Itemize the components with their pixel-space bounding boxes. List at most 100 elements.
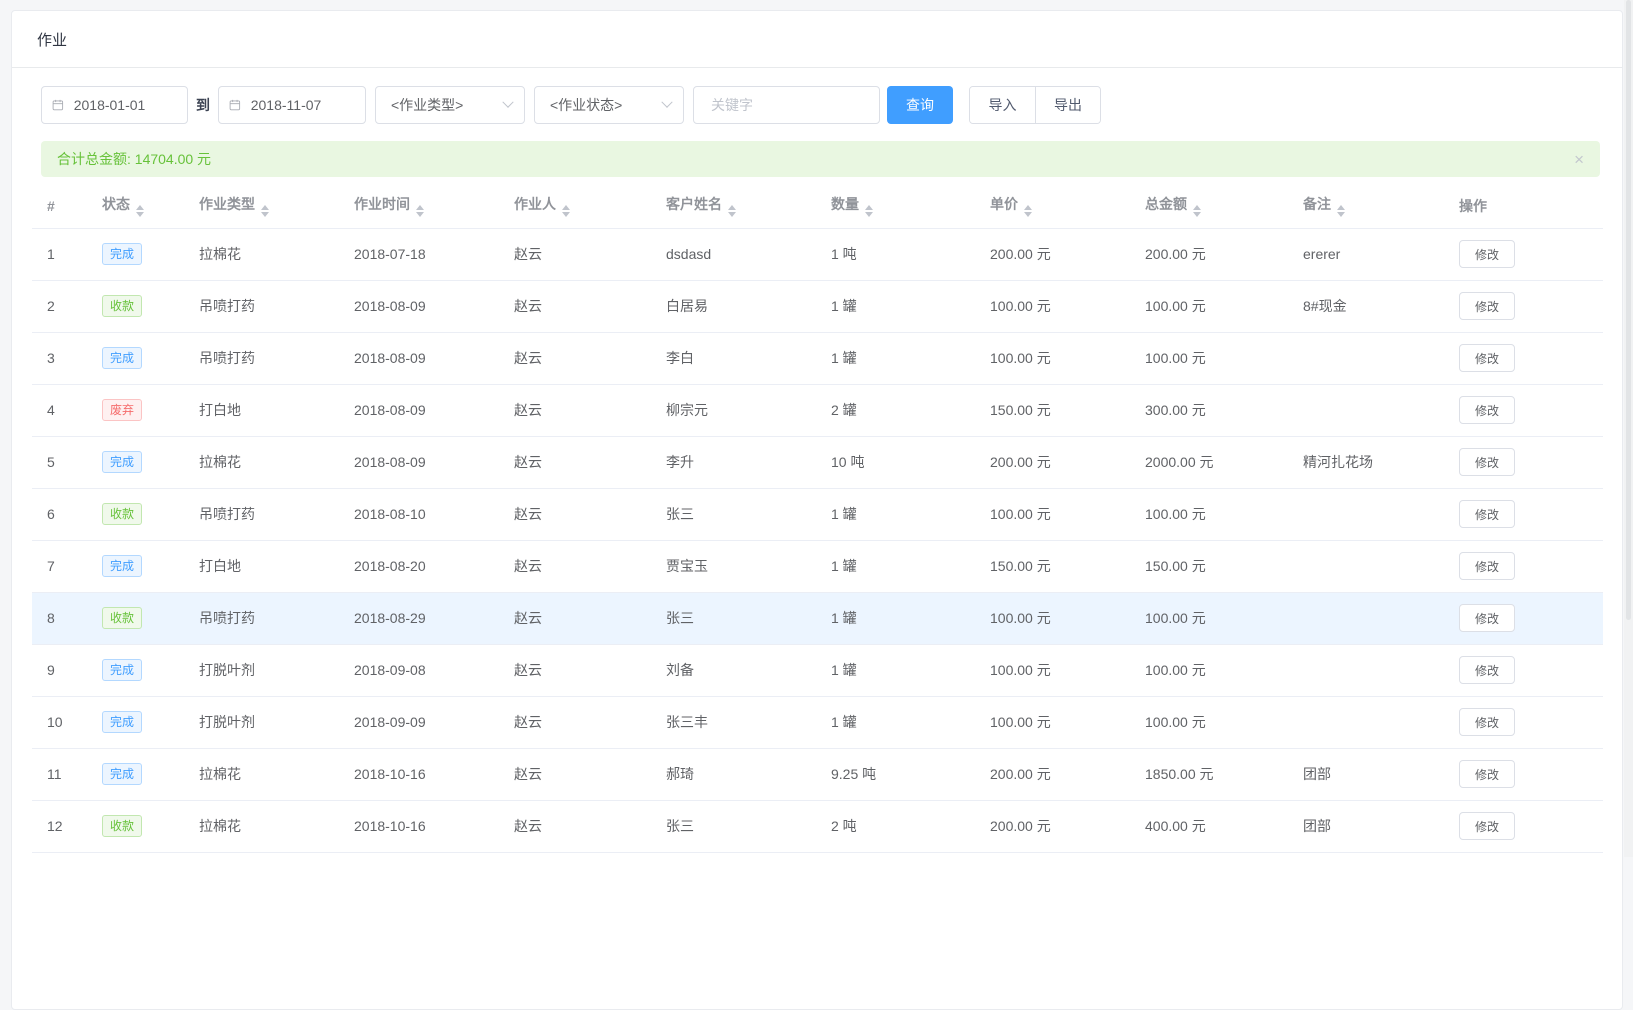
cell-index: 4 [32,384,87,436]
page-title: 作业 [37,29,67,50]
calendar-icon[interactable] [52,98,64,112]
chevron-down-icon[interactable] [502,97,513,108]
job-type-select[interactable]: <作业类型> [375,86,525,124]
column-label: 作业类型 [199,196,255,212]
cell-remark: 团部 [1288,800,1444,852]
table-row: 8收款吊喷打药2018-08-29赵云张三1 罐100.00 元100.00 元… [32,592,1603,644]
cell-qty: 1 罐 [816,696,975,748]
scrollbar-thumb[interactable] [1626,0,1631,620]
column-header-total[interactable]: 总金额 [1130,184,1288,228]
date-to-input[interactable] [218,86,366,124]
cell-time: 2018-08-09 [339,384,499,436]
cell-index: 11 [32,748,87,800]
column-label: # [47,198,55,214]
edit-button[interactable]: 修改 [1459,292,1515,320]
cell-price: 200.00 元 [975,228,1130,280]
search-button[interactable]: 查询 [887,86,953,124]
edit-button[interactable]: 修改 [1459,708,1515,736]
cell-total: 100.00 元 [1130,488,1288,540]
sort-caret-icon[interactable] [865,205,873,217]
sort-caret-icon[interactable] [416,205,424,217]
column-header-qty[interactable]: 数量 [816,184,975,228]
cell-status: 完成 [87,644,184,696]
edit-button[interactable]: 修改 [1459,500,1515,528]
table-row: 5完成拉棉花2018-08-09赵云李升10 吨200.00 元2000.00 … [32,436,1603,488]
cell-action: 修改 [1444,592,1603,644]
cell-remark: 团部 [1288,748,1444,800]
cell-index: 1 [32,228,87,280]
cell-type: 拉棉花 [184,748,339,800]
edit-button[interactable]: 修改 [1459,656,1515,684]
column-header-type[interactable]: 作业类型 [184,184,339,228]
date-from-value[interactable] [72,96,177,114]
cell-time: 2018-09-09 [339,696,499,748]
cell-action: 修改 [1444,332,1603,384]
cell-qty: 1 吨 [816,228,975,280]
edit-button[interactable]: 修改 [1459,344,1515,372]
cell-time: 2018-10-16 [339,800,499,852]
cell-qty: 9.25 吨 [816,748,975,800]
sort-caret-icon[interactable] [1337,205,1345,217]
status-badge: 收款 [102,503,142,525]
cell-action: 修改 [1444,540,1603,592]
cell-total: 100.00 元 [1130,280,1288,332]
column-header-remark[interactable]: 备注 [1288,184,1444,228]
edit-button[interactable]: 修改 [1459,812,1515,840]
chevron-down-icon[interactable] [661,97,672,108]
cell-price: 200.00 元 [975,800,1130,852]
edit-button[interactable]: 修改 [1459,448,1515,476]
cell-total: 100.00 元 [1130,644,1288,696]
cell-qty: 2 吨 [816,800,975,852]
date-from-input[interactable] [41,86,188,124]
cell-remark [1288,384,1444,436]
sort-caret-icon[interactable] [261,205,269,217]
table-row: 7完成打白地2018-08-20赵云贾宝玉1 罐150.00 元150.00 元… [32,540,1603,592]
cell-price: 200.00 元 [975,748,1130,800]
calendar-icon[interactable] [229,98,241,112]
export-button[interactable]: 导出 [1035,87,1100,123]
cell-time: 2018-08-29 [339,592,499,644]
import-button[interactable]: 导入 [970,87,1035,123]
cell-worker: 赵云 [499,332,651,384]
edit-button[interactable]: 修改 [1459,604,1515,632]
cell-qty: 2 罐 [816,384,975,436]
cell-remark: 8#现金 [1288,280,1444,332]
cell-total: 2000.00 元 [1130,436,1288,488]
column-header-worker[interactable]: 作业人 [499,184,651,228]
column-header-status[interactable]: 状态 [87,184,184,228]
cell-price: 100.00 元 [975,332,1130,384]
vertical-scrollbar[interactable] [1624,0,1633,857]
date-to-value[interactable] [249,96,355,114]
sort-caret-icon[interactable] [728,205,736,217]
cell-worker: 赵云 [499,748,651,800]
job-status-select[interactable]: <作业状态> [534,86,684,124]
status-badge: 收款 [102,295,142,317]
cell-action: 修改 [1444,488,1603,540]
sort-caret-icon[interactable] [1193,205,1201,217]
column-header-price[interactable]: 单价 [975,184,1130,228]
edit-button[interactable]: 修改 [1459,552,1515,580]
column-header-action: 操作 [1444,184,1603,228]
cell-index: 7 [32,540,87,592]
edit-button[interactable]: 修改 [1459,396,1515,424]
sort-caret-icon[interactable] [1024,205,1032,217]
cell-price: 100.00 元 [975,696,1130,748]
edit-button[interactable]: 修改 [1459,240,1515,268]
jobs-table-wrapper: #状态作业类型作业时间作业人客户姓名数量单价总金额备注操作 1完成拉棉花2018… [32,184,1600,853]
close-icon[interactable]: × [1574,151,1584,168]
edit-button[interactable]: 修改 [1459,760,1515,788]
table-row: 1完成拉棉花2018-07-18赵云dsdasd1 吨200.00 元200.0… [32,228,1603,280]
cell-customer: 贾宝玉 [651,540,816,592]
column-header-time[interactable]: 作业时间 [339,184,499,228]
cell-price: 100.00 元 [975,592,1130,644]
sort-caret-icon[interactable] [562,205,570,217]
jobs-table: #状态作业类型作业时间作业人客户姓名数量单价总金额备注操作 1完成拉棉花2018… [32,184,1603,853]
cell-customer: 张三 [651,800,816,852]
column-header-customer[interactable]: 客户姓名 [651,184,816,228]
status-badge: 完成 [102,243,142,265]
cell-total: 100.00 元 [1130,332,1288,384]
keyword-input[interactable] [709,96,864,114]
column-label: 作业时间 [354,196,410,212]
sort-caret-icon[interactable] [136,205,144,217]
card-header: 作业 [12,11,1622,68]
